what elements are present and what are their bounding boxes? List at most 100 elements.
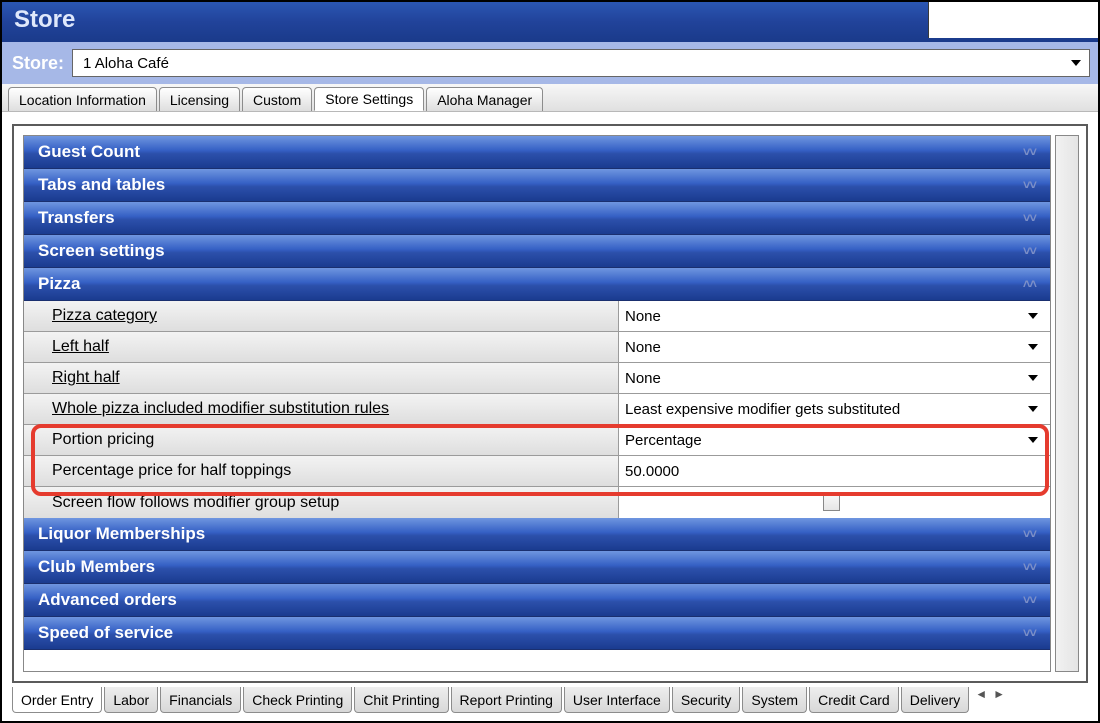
setting-label-text: Portion pricing xyxy=(52,431,154,449)
tab-label: Store Settings xyxy=(325,91,413,107)
setting-row-portion-pricing: Portion pricing Percentage xyxy=(24,425,1050,456)
screen-flow-checkbox[interactable] xyxy=(823,494,840,511)
tab-label: Check Printing xyxy=(252,692,343,708)
setting-label-text: Pizza category xyxy=(52,307,157,325)
chevron-down-icon: ˅˅ xyxy=(1023,597,1036,604)
chevron-down-icon xyxy=(1028,406,1038,412)
chevron-down-icon xyxy=(1028,344,1038,350)
tab-label: Chit Printing xyxy=(363,692,439,708)
bottom-tab-financials[interactable]: Financials xyxy=(160,687,241,713)
tab-store-settings[interactable]: Store Settings xyxy=(314,87,424,111)
section-speed-of-service[interactable]: Speed of service ˅˅ xyxy=(24,617,1050,650)
bottom-tab-order-entry[interactable]: Order Entry xyxy=(12,687,102,713)
tab-label: Custom xyxy=(253,92,301,108)
screen-flow-checkbox-cell xyxy=(619,487,1050,518)
setting-label: Right half xyxy=(24,363,619,393)
scroll-right-icon: ► xyxy=(993,687,1005,701)
section-title: Pizza xyxy=(38,274,81,294)
half-topping-percentage-input[interactable]: 50.0000 xyxy=(619,456,1050,486)
accordion: Guest Count ˅˅ Tabs and tables ˅˅ Transf… xyxy=(23,135,1051,672)
chevron-down-icon: ˅˅ xyxy=(1023,630,1036,637)
store-selector-value: 1 Aloha Café xyxy=(83,55,169,72)
chevron-down-icon: ˅˅ xyxy=(1023,215,1036,222)
chevron-down-icon xyxy=(1028,375,1038,381)
bottom-tab-security[interactable]: Security xyxy=(672,687,741,713)
title-bar: Store xyxy=(2,2,1098,42)
bottom-tab-system[interactable]: System xyxy=(742,687,807,713)
tab-aloha-manager[interactable]: Aloha Manager xyxy=(426,87,543,111)
chevron-down-icon xyxy=(1028,437,1038,443)
pizza-settings-body: Pizza category None Left half None xyxy=(24,301,1050,518)
content-frame: Guest Count ˅˅ Tabs and tables ˅˅ Transf… xyxy=(12,124,1088,683)
tab-label: Financials xyxy=(169,692,232,708)
section-pizza[interactable]: Pizza ˄˄ xyxy=(24,268,1050,301)
setting-label: Pizza category xyxy=(24,301,619,331)
section-club-members[interactable]: Club Members ˅˅ xyxy=(24,551,1050,584)
store-selector-dropdown[interactable]: 1 Aloha Café xyxy=(72,49,1090,77)
setting-row-pizza-category: Pizza category None xyxy=(24,301,1050,332)
chevron-down-icon xyxy=(1071,60,1081,66)
section-title: Liquor Memberships xyxy=(38,524,205,544)
setting-label: Screen flow follows modifier group setup xyxy=(24,487,619,518)
section-transfers[interactable]: Transfers ˅˅ xyxy=(24,202,1050,235)
chevron-down-icon: ˅˅ xyxy=(1023,248,1036,255)
setting-label-text: Percentage price for half toppings xyxy=(52,462,291,480)
bottom-tab-delivery[interactable]: Delivery xyxy=(901,687,970,713)
app-window: Store Store: 1 Aloha Café Location Infor… xyxy=(0,0,1100,723)
tab-label: Licensing xyxy=(170,92,229,108)
tab-label: Delivery xyxy=(910,692,961,708)
bottom-tab-scroll[interactable]: ◄ ► xyxy=(975,687,1005,701)
chevron-down-icon xyxy=(1028,313,1038,319)
setting-row-screen-flow: Screen flow follows modifier group setup xyxy=(24,487,1050,518)
scroll-left-icon: ◄ xyxy=(975,687,987,701)
section-liquor-memberships[interactable]: Liquor Memberships ˅˅ xyxy=(24,518,1050,551)
window-title: Store xyxy=(14,6,75,34)
setting-value-text: None xyxy=(625,339,661,356)
tab-location-information[interactable]: Location Information xyxy=(8,87,157,111)
store-selector-label: Store: xyxy=(8,53,64,74)
section-title: Tabs and tables xyxy=(38,175,165,195)
right-half-dropdown[interactable]: None xyxy=(619,363,1050,393)
setting-value-text: Least expensive modifier gets substitute… xyxy=(625,401,900,418)
setting-label-text: Left half xyxy=(52,338,109,356)
bottom-tab-bar: Order Entry Labor Financials Check Print… xyxy=(12,687,1088,717)
section-title: Screen settings xyxy=(38,241,165,261)
top-tab-bar: Location Information Licensing Custom St… xyxy=(2,84,1098,112)
bottom-tab-check-printing[interactable]: Check Printing xyxy=(243,687,352,713)
section-title: Transfers xyxy=(38,208,115,228)
pizza-category-dropdown[interactable]: None xyxy=(619,301,1050,331)
vertical-scrollbar[interactable] xyxy=(1055,135,1079,672)
content-inner: Guest Count ˅˅ Tabs and tables ˅˅ Transf… xyxy=(17,129,1083,678)
tab-custom[interactable]: Custom xyxy=(242,87,312,111)
substitution-rules-dropdown[interactable]: Least expensive modifier gets substitute… xyxy=(619,394,1050,424)
tab-label: Aloha Manager xyxy=(437,92,532,108)
chevron-up-icon: ˄˄ xyxy=(1023,281,1036,288)
left-half-dropdown[interactable]: None xyxy=(619,332,1050,362)
section-tabs-and-tables[interactable]: Tabs and tables ˅˅ xyxy=(24,169,1050,202)
bottom-tab-chit-printing[interactable]: Chit Printing xyxy=(354,687,448,713)
bottom-tab-report-printing[interactable]: Report Printing xyxy=(451,687,562,713)
bottom-tab-labor[interactable]: Labor xyxy=(104,687,158,713)
tab-label: Security xyxy=(681,692,732,708)
section-title: Advanced orders xyxy=(38,590,177,610)
chevron-down-icon: ˅˅ xyxy=(1023,531,1036,538)
setting-value-text: Percentage xyxy=(625,432,702,449)
chevron-down-icon: ˅˅ xyxy=(1023,564,1036,571)
tab-licensing[interactable]: Licensing xyxy=(159,87,240,111)
bottom-tab-user-interface[interactable]: User Interface xyxy=(564,687,670,713)
setting-label: Portion pricing xyxy=(24,425,619,455)
tab-label: User Interface xyxy=(573,692,661,708)
setting-value-text: 50.0000 xyxy=(625,463,679,480)
setting-label: Whole pizza included modifier substituti… xyxy=(24,394,619,424)
tab-label: Order Entry xyxy=(21,692,93,708)
tab-label: Location Information xyxy=(19,92,146,108)
portion-pricing-dropdown[interactable]: Percentage xyxy=(619,425,1050,455)
bottom-tab-credit-card[interactable]: Credit Card xyxy=(809,687,899,713)
section-guest-count[interactable]: Guest Count ˅˅ xyxy=(24,136,1050,169)
setting-row-half-topping-percentage: Percentage price for half toppings 50.00… xyxy=(24,456,1050,487)
section-screen-settings[interactable]: Screen settings ˅˅ xyxy=(24,235,1050,268)
section-advanced-orders[interactable]: Advanced orders ˅˅ xyxy=(24,584,1050,617)
setting-label-text: Right half xyxy=(52,369,120,387)
store-selector-row: Store: 1 Aloha Café xyxy=(2,42,1098,84)
setting-label-text: Whole pizza included modifier substituti… xyxy=(52,400,389,418)
